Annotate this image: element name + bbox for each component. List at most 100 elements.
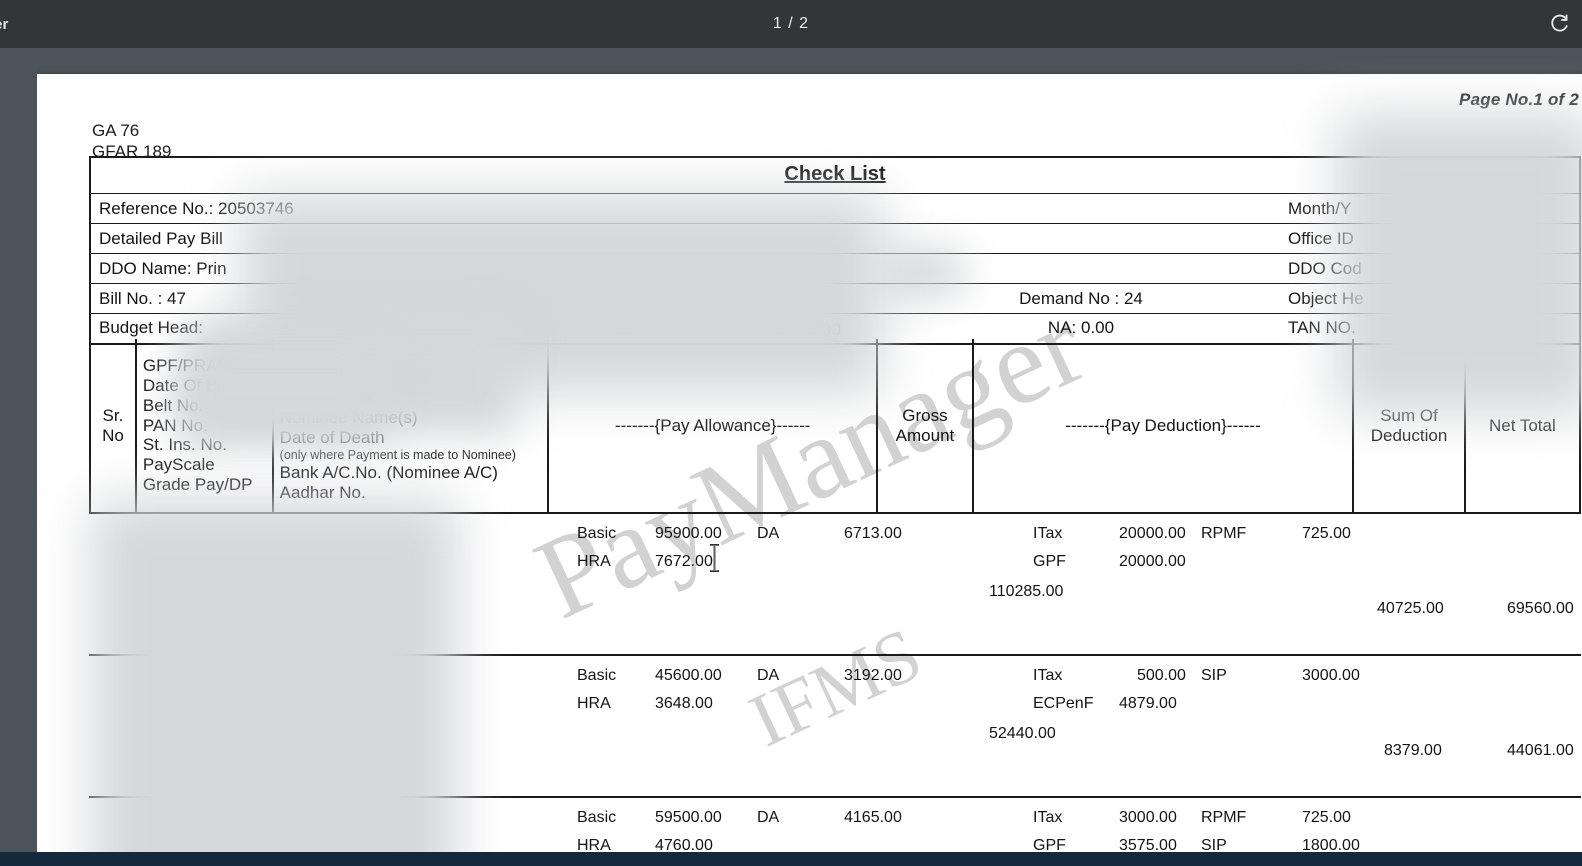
demand-no-cell: Demand No : 24	[880, 283, 1280, 314]
row3-basic-label: Basic	[577, 809, 617, 826]
table-row: Basic 59500.00 DA 4165.00 HRA 4760.00 IT…	[89, 798, 1581, 853]
table-row: DDO Name: Prin DDO Cod	[90, 253, 1580, 284]
document-title: er	[0, 15, 9, 33]
row1-da-label: DA	[757, 525, 780, 542]
table-body: Basic 95900.00 DA 6713.00 HRA 7672.00 11…	[89, 514, 1581, 853]
row2-sip-value: 3000.00	[1302, 667, 1360, 684]
row1-basic-label: Basic	[577, 525, 617, 542]
month-year-cell: Month/Y	[1280, 193, 1580, 224]
row3-sip-label: SIP	[1201, 837, 1227, 853]
toolbar-right-group	[1546, 0, 1572, 48]
ddo-name-cell: DDO Name: Prin	[90, 253, 880, 284]
row3-hra-value: 4760.00	[655, 837, 713, 853]
col-designation: Designation	[279, 368, 370, 388]
col-bank-ac-no: Bank A/C.No. (Nominee A/C)	[279, 462, 498, 482]
page-indicator: 1 / 2	[772, 15, 810, 32]
row2-itax-value: 500.00	[1137, 667, 1186, 684]
col-grade-pay-dp: Grade Pay/DP	[142, 475, 253, 495]
row3-rpmf-label: RPMF	[1201, 809, 1247, 826]
budget-voted-label: F/Voted	[401, 320, 460, 339]
col-name: Name	[279, 348, 326, 368]
page-number-label: Page No.1 of 2	[1459, 90, 1579, 109]
row2-da-label: DA	[757, 667, 780, 684]
bill-no-cell: Bill No. : 47	[90, 283, 880, 314]
col-date-of-death: Date of Death	[279, 428, 385, 448]
gross-amount-line-2: Amount	[895, 425, 955, 445]
sr-no-line-2: No	[102, 425, 124, 445]
budget-sf-label: SF: 0.00	[569, 320, 634, 339]
gross-amount-line-1: Gross	[902, 405, 948, 425]
row3-rpmf-value: 725.00	[1302, 809, 1351, 826]
col-payscale: PayScale	[142, 455, 215, 475]
check-list-header-table: Check List Reference No.: 20503746 Month…	[89, 156, 1581, 345]
row2-da-value: 3192.00	[844, 667, 902, 684]
row2-basic-value: 45600.00	[655, 667, 722, 684]
header-mid-cell-1	[880, 193, 1280, 224]
row1-gross-amount: 110285.00	[989, 583, 1064, 600]
table-row: Basic 45600.00 DA 3192.00 HRA 3648.00 52…	[89, 656, 1581, 798]
col-date-of-birth: Date Of Birth	[142, 375, 242, 395]
row2-gross-amount: 52440.00	[989, 725, 1056, 742]
office-id-cell: Office ID	[1280, 223, 1580, 254]
table-row: Bill No. : 47 Demand No : 24 Object He	[90, 283, 1580, 314]
sum-deduction-line-2: Deduction	[1370, 425, 1448, 445]
row3-sip-value: 1800.00	[1302, 837, 1360, 853]
column-header-sr-no: Sr. No	[91, 339, 137, 512]
sr-no-line-1: Sr.	[102, 405, 124, 425]
col-pan-no: PAN No.	[142, 415, 208, 435]
detailed-pay-bill-cell: Detailed Pay Bill	[90, 223, 880, 254]
col-st-ins-no: St. Ins. No.	[142, 435, 227, 455]
column-header-pay-deduction: -------{Pay Deduction}------	[974, 339, 1355, 512]
row1-itax-value: 20000.00	[1119, 525, 1186, 542]
row3-basic-value: 59500.00	[655, 809, 722, 826]
col-belt-no: Belt No.	[142, 395, 204, 415]
row3-gpf-label: GPF	[1033, 837, 1066, 853]
row1-basic-value: 95900.00	[655, 525, 722, 542]
row2-net-total: 44061.00	[1507, 742, 1574, 759]
row1-gpf-value: 20000.00	[1119, 553, 1186, 570]
page-scroll-area[interactable]: PayManager IFMS Page No.1 of 2 GA 76 GFA…	[0, 48, 1582, 853]
column-header-pay-allowance: -------{Pay Allowance}------	[549, 339, 879, 512]
budget-ca-label: CA : 0.00	[771, 320, 841, 339]
header-mid-cell-2	[880, 223, 1280, 254]
pdf-toolbar: er 1 / 2	[0, 0, 1582, 48]
pdf-page-1: PayManager IFMS Page No.1 of 2 GA 76 GFA…	[37, 74, 1582, 853]
row1-da-value: 6713.00	[844, 525, 902, 542]
table-row-title: Check List	[90, 157, 1580, 194]
viewer-left-gutter	[0, 48, 37, 853]
bottom-status-bar	[0, 852, 1582, 866]
row3-da-value: 4165.00	[844, 809, 902, 826]
column-header-employee-details: Name Designation EmployeeID Nominee Name…	[274, 339, 550, 512]
row1-sum-deduction: 40725.00	[1377, 600, 1444, 617]
col-gpf-pran: GPF/PRAN No.	[142, 355, 261, 375]
row2-ecpenf-value: 4879.00	[1119, 695, 1177, 712]
sum-deduction-line-1: Sum Of	[1380, 405, 1438, 425]
column-header-gross-amount: Gross Amount	[878, 339, 974, 512]
bill-date-label: Bill Date : 25/09/2018	[327, 287, 480, 304]
column-header-employee-codes: GPF/PRAN No. Date Of Birth Belt No. PAN …	[137, 339, 274, 512]
pdf-viewer: er 1 / 2 PayManager IFMS Page No.1 of 2 …	[0, 0, 1582, 866]
col-aadhar-no: Aadhar No.	[279, 482, 366, 502]
row1-itax-label: ITax	[1033, 525, 1063, 542]
row1-gpf-label: GPF	[1033, 553, 1066, 570]
row2-hra-label: HRA	[577, 695, 611, 712]
row2-ecpenf-label: ECPenF	[1033, 695, 1094, 712]
col-nominee-names: Nominee Name(s)	[279, 408, 418, 428]
row2-hra-value: 3648.00	[655, 695, 713, 712]
row3-da-label: DA	[757, 809, 780, 826]
row1-net-total: 69560.00	[1507, 600, 1574, 617]
reference-no-cell: Reference No.: 20503746	[90, 193, 880, 224]
table-row: Reference No.: 20503746 Month/Y	[90, 193, 1580, 224]
row3-itax-value: 3000.00	[1119, 809, 1177, 826]
object-head-cell: Object He	[1280, 283, 1580, 314]
row1-hra-label: HRA	[577, 553, 611, 570]
row3-gpf-value: 3575.00	[1119, 837, 1177, 853]
rotate-clockwise-icon[interactable]	[1546, 11, 1572, 37]
row2-basic-label: Basic	[577, 667, 617, 684]
col-nominee-note: (only where Payment is made to Nominee)	[279, 448, 516, 462]
column-header-sum-of-deduction: Sum Of Deduction	[1354, 339, 1466, 512]
form-code-ga: GA 76	[92, 121, 140, 140]
column-header-net-total: Net Total	[1488, 415, 1556, 435]
toolbar-left-group: er	[0, 0, 9, 48]
table-row: Detailed Pay Bill Office ID	[90, 223, 1580, 254]
